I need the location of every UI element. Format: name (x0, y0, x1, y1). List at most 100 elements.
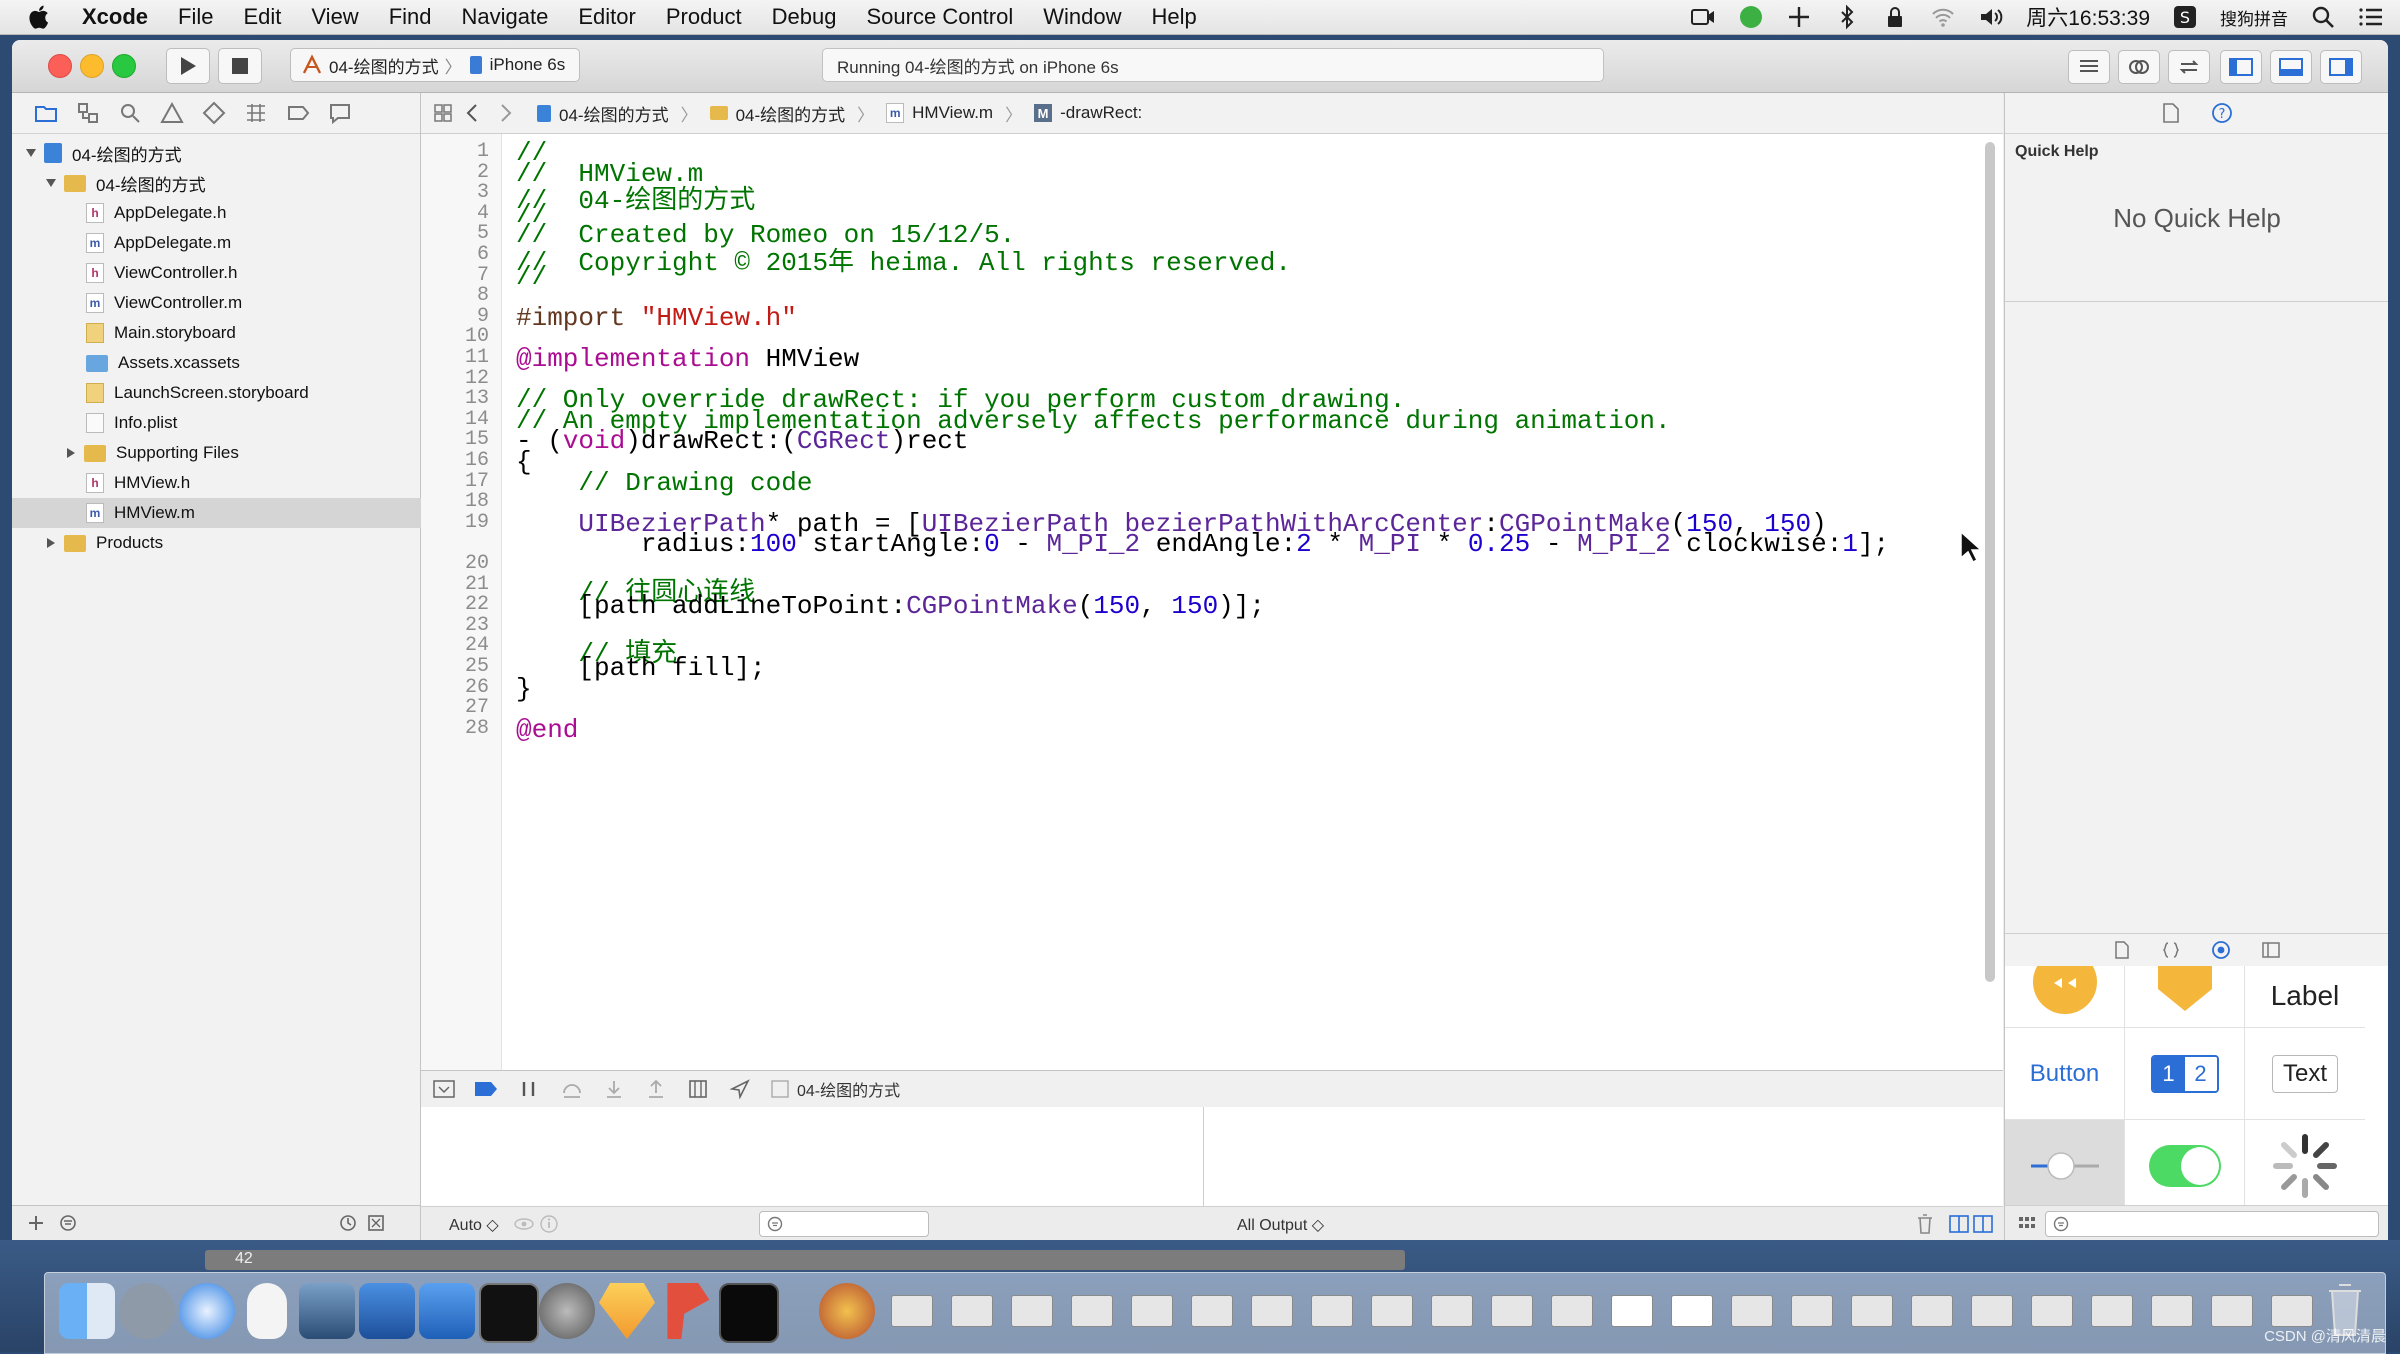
minimized-window-17[interactable] (1851, 1295, 1893, 1327)
menu-product[interactable]: Product (666, 4, 742, 30)
toggle-navigator-button[interactable] (2220, 50, 2262, 84)
scheme-selector[interactable]: 04-绘图的方式 〉 iPhone 6s (290, 48, 580, 82)
plus-status-icon[interactable] (1786, 4, 1812, 30)
toggle-debug-area-button[interactable] (2270, 50, 2312, 84)
issue-navigator-icon[interactable] (160, 101, 184, 125)
code-line[interactable]: #import "HMView.h" (516, 303, 797, 333)
library-item-switch[interactable] (2125, 1120, 2245, 1206)
library-item-segmented-control[interactable]: 1 2 (2125, 1028, 2245, 1120)
minimized-window-1[interactable] (891, 1295, 933, 1327)
split-left-icon[interactable] (1949, 1214, 1969, 1234)
minimized-window-12[interactable] (1551, 1295, 1593, 1327)
tree-item-supporting-files[interactable]: Supporting Files (12, 438, 472, 468)
quick-help-icon[interactable]: ? (2211, 102, 2233, 124)
hide-debug-area-icon[interactable] (433, 1079, 455, 1099)
menu-edit[interactable]: Edit (243, 4, 281, 30)
minimized-window-7[interactable] (1251, 1295, 1293, 1327)
add-file-icon[interactable] (26, 1213, 46, 1233)
split-right-icon[interactable] (1973, 1214, 1993, 1234)
view-hierarchy-icon[interactable] (687, 1079, 709, 1099)
library-item-media-player[interactable] (2005, 966, 2125, 1028)
minimized-window-23[interactable] (2211, 1295, 2253, 1327)
code-line[interactable]: [path addLineToPoint:CGPointMake(150, 15… (516, 591, 1265, 621)
disclosure-closed-icon[interactable] (44, 536, 58, 550)
minimized-window-4[interactable] (1071, 1295, 1113, 1327)
spotlight-icon[interactable] (2310, 4, 2336, 30)
code-line[interactable]: @end (516, 715, 578, 745)
menu-window[interactable]: Window (1043, 4, 1121, 30)
minimized-window-10[interactable] (1431, 1295, 1473, 1327)
source-control-filter-icon[interactable] (366, 1213, 386, 1233)
menu-navigate[interactable]: Navigate (462, 4, 549, 30)
library-filter-input[interactable] (2045, 1211, 2379, 1237)
screen-record-icon[interactable] (1690, 4, 1716, 30)
minimized-window-11[interactable] (1491, 1295, 1533, 1327)
minimized-window-6[interactable] (1191, 1295, 1233, 1327)
code-line[interactable]: @implementation HMView (516, 344, 859, 374)
related-items-icon[interactable] (433, 103, 453, 123)
instruments-icon[interactable] (419, 1283, 475, 1339)
breadcrumb-file[interactable]: m HMView.m (886, 103, 993, 123)
code-snippet-icon[interactable] (2161, 940, 2181, 960)
bluetooth-icon[interactable] (1834, 4, 1860, 30)
variables-filter-input[interactable] (759, 1211, 929, 1237)
lock-icon[interactable] (1882, 4, 1908, 30)
breakpoint-navigator-icon[interactable] (286, 101, 310, 125)
xcode-icon[interactable] (359, 1283, 415, 1339)
step-in-icon[interactable] (603, 1079, 625, 1099)
code-line[interactable]: // Drawing code (516, 468, 812, 498)
grid-view-icon[interactable] (2017, 1214, 2037, 1232)
minimized-window-15[interactable] (1731, 1295, 1773, 1327)
menu-editor[interactable]: Editor (578, 4, 635, 30)
code-line[interactable]: } (516, 674, 532, 704)
library-item-shield[interactable] (2125, 966, 2245, 1028)
minimized-window-3[interactable] (1011, 1295, 1053, 1327)
menu-xcode[interactable]: Xcode (82, 4, 148, 30)
pause-icon[interactable] (519, 1079, 539, 1099)
wifi-icon[interactable] (1930, 4, 1956, 30)
menu-view[interactable]: View (311, 4, 358, 30)
green-status-icon[interactable] (1738, 4, 1764, 30)
step-out-icon[interactable] (645, 1079, 667, 1099)
library-item-button[interactable]: Button (2005, 1028, 2125, 1120)
minimized-window-19[interactable] (1971, 1295, 2013, 1327)
paw-icon[interactable] (667, 1283, 710, 1339)
minimized-window-16[interactable] (1791, 1295, 1833, 1327)
code-line[interactable]: // (516, 262, 547, 292)
finder-icon[interactable] (59, 1283, 115, 1339)
breadcrumb-group[interactable]: 04-绘图的方式 (709, 101, 845, 126)
notification-center-icon[interactable] (2358, 4, 2384, 30)
menu-clock[interactable]: 周六16:53:39 (2026, 2, 2150, 32)
minimized-window-14[interactable] (1671, 1295, 1713, 1327)
minimized-window-18[interactable] (1911, 1295, 1953, 1327)
source-editor[interactable]: 1 2 3 4 5 6 7 8 9 10 11 12 13 14 15 16 17 18 19 20 21 22 23 24 2… (421, 134, 2003, 1070)
stop-button[interactable] (218, 48, 262, 84)
menu-debug[interactable]: Debug (772, 4, 837, 30)
forward-arrow-icon[interactable] (499, 103, 513, 123)
breadcrumb-method[interactable]: M -drawRect: (1034, 103, 1142, 123)
zoom-window-button[interactable] (112, 54, 136, 78)
standard-editor-button[interactable] (2068, 50, 2110, 84)
find-navigator-icon[interactable] (118, 101, 142, 125)
code-line[interactable]: // 04-绘图的方式 (516, 179, 755, 216)
library-item-slider[interactable] (2005, 1120, 2125, 1206)
terminal-icon[interactable] (479, 1283, 539, 1343)
code-line[interactable]: [path fill]; (516, 653, 765, 683)
menu-help[interactable]: Help (1152, 4, 1197, 30)
symbol-navigator-icon[interactable] (76, 101, 100, 125)
test-navigator-icon[interactable] (202, 101, 226, 125)
minimize-window-button[interactable] (80, 54, 104, 78)
breadcrumb-project[interactable]: 04-绘图的方式 (537, 101, 669, 126)
console-output-select[interactable]: All Output ◇ (1237, 1215, 1324, 1235)
system-preferences-icon[interactable] (539, 1283, 595, 1339)
minimized-window-20[interactable] (2031, 1295, 2073, 1327)
filter-icon[interactable] (58, 1213, 78, 1233)
minimized-window-22[interactable] (2151, 1295, 2193, 1327)
debug-navigator-icon[interactable] (244, 101, 268, 125)
run-button[interactable] (166, 48, 210, 84)
file-inspector-icon[interactable] (2161, 102, 2181, 124)
minimized-window-8[interactable] (1311, 1295, 1353, 1327)
disclosure-closed-icon[interactable] (64, 446, 78, 460)
minimized-window-9[interactable] (1371, 1295, 1413, 1327)
menu-source-control[interactable]: Source Control (867, 4, 1014, 30)
